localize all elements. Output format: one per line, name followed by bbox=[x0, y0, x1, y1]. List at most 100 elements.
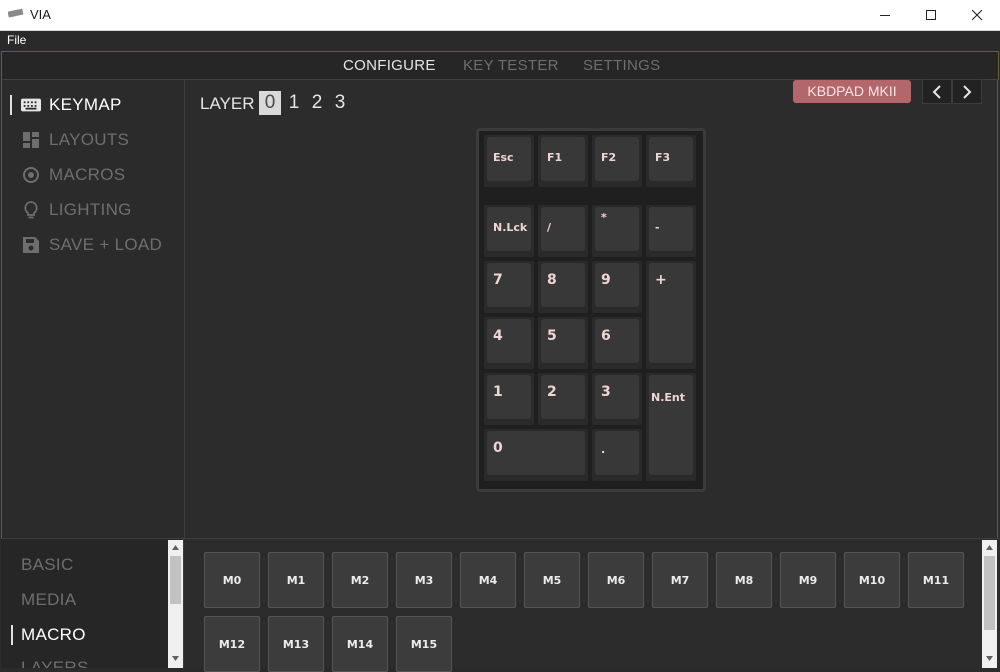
macro-key[interactable]: M12 bbox=[204, 616, 260, 672]
key[interactable]: 5 bbox=[538, 317, 588, 369]
key-legend: 4 bbox=[493, 328, 503, 344]
key-legend: F1 bbox=[547, 151, 563, 164]
macros-icon bbox=[21, 165, 41, 185]
macro-key[interactable]: M3 bbox=[396, 552, 452, 608]
minimize-button[interactable] bbox=[862, 0, 908, 31]
keycode-scrollbar[interactable] bbox=[982, 540, 997, 668]
key-legend: 8 bbox=[547, 272, 557, 288]
category-active-indicator bbox=[11, 625, 13, 645]
keycode-panel: BASIC MEDIA MACRO LAYERS M0 M1 M2 M3 M4 … bbox=[1, 538, 999, 672]
key[interactable]: N.Ent bbox=[646, 373, 696, 481]
category-scrollbar[interactable] bbox=[168, 540, 183, 668]
prev-device-button[interactable] bbox=[922, 79, 952, 104]
sidebar-item-layouts[interactable]: LAYOUTS bbox=[2, 125, 185, 155]
key-legend: N.Lck bbox=[493, 221, 528, 234]
key-legend: 6 bbox=[601, 328, 611, 344]
key-legend: 1 bbox=[493, 384, 503, 400]
macro-key[interactable]: M14 bbox=[332, 616, 388, 672]
key-legend: N.Ent bbox=[651, 391, 685, 404]
key[interactable]: F1 bbox=[538, 135, 588, 187]
key[interactable]: 2 bbox=[538, 373, 588, 425]
macro-key[interactable]: M11 bbox=[908, 552, 964, 608]
key[interactable]: Esc bbox=[484, 135, 534, 187]
sidebar-item-lighting[interactable]: LIGHTING bbox=[2, 195, 185, 225]
scroll-thumb[interactable] bbox=[984, 556, 995, 630]
sidebar-item-label: LAYOUTS bbox=[49, 130, 130, 149]
macro-key[interactable]: M8 bbox=[716, 552, 772, 608]
key[interactable]: 4 bbox=[484, 317, 534, 369]
layer-button-1[interactable]: 1 bbox=[283, 91, 305, 115]
chevron-right-icon bbox=[963, 84, 972, 99]
key-legend: F3 bbox=[655, 151, 671, 164]
macro-key[interactable]: M2 bbox=[332, 552, 388, 608]
key-legend: 2 bbox=[547, 384, 557, 400]
key[interactable]: / bbox=[538, 205, 588, 257]
sidebar-item-save-load[interactable]: SAVE + LOAD bbox=[2, 230, 185, 260]
next-device-button[interactable] bbox=[952, 79, 982, 104]
key[interactable]: F2 bbox=[592, 135, 642, 187]
macro-key[interactable]: M5 bbox=[524, 552, 580, 608]
scroll-up-arrow-icon[interactable] bbox=[168, 540, 183, 555]
key[interactable]: F3 bbox=[646, 135, 696, 187]
key[interactable]: 7 bbox=[484, 261, 534, 313]
sidebar-item-label: KEYMAP bbox=[49, 95, 122, 114]
category-macro[interactable]: MACRO bbox=[21, 625, 86, 645]
macro-key[interactable]: M7 bbox=[652, 552, 708, 608]
category-media[interactable]: MEDIA bbox=[21, 590, 76, 610]
macro-key[interactable]: M13 bbox=[268, 616, 324, 672]
key[interactable]: 0 bbox=[484, 429, 588, 481]
key[interactable]: 1 bbox=[484, 373, 534, 425]
layer-button-3[interactable]: 3 bbox=[329, 91, 351, 115]
menu-bar: File bbox=[0, 31, 1000, 51]
layer-button-0[interactable]: 0 bbox=[259, 91, 281, 115]
macro-key[interactable]: M6 bbox=[588, 552, 644, 608]
scroll-down-arrow-icon[interactable] bbox=[168, 651, 183, 666]
scroll-up-arrow-icon[interactable] bbox=[982, 540, 997, 555]
key[interactable]: 3 bbox=[592, 373, 642, 425]
sidebar-item-label: MACROS bbox=[49, 165, 126, 184]
macro-key[interactable]: M4 bbox=[460, 552, 516, 608]
sidebar-item-label: LIGHTING bbox=[49, 200, 132, 219]
key[interactable]: N.Lck bbox=[484, 205, 534, 257]
save-icon bbox=[21, 235, 41, 255]
scroll-down-arrow-icon[interactable] bbox=[982, 651, 997, 666]
layouts-icon bbox=[21, 130, 41, 150]
key-legend: 0 bbox=[493, 440, 503, 456]
layer-button-2[interactable]: 2 bbox=[306, 91, 328, 115]
key[interactable]: * bbox=[592, 205, 642, 257]
app-keyboard-icon bbox=[8, 8, 24, 18]
key-legend: . bbox=[601, 443, 606, 456]
key[interactable]: 6 bbox=[592, 317, 642, 369]
tab-settings[interactable]: SETTINGS bbox=[583, 57, 660, 74]
key-legend: Esc bbox=[493, 151, 514, 164]
close-button[interactable] bbox=[954, 0, 1000, 31]
macro-key[interactable]: M15 bbox=[396, 616, 452, 672]
macro-key[interactable]: M10 bbox=[844, 552, 900, 608]
key[interactable]: + bbox=[646, 261, 696, 369]
tab-key-tester[interactable]: KEY TESTER bbox=[463, 57, 559, 74]
keyboard-icon bbox=[21, 95, 41, 115]
key-legend: - bbox=[655, 221, 660, 234]
macro-key[interactable]: M9 bbox=[780, 552, 836, 608]
file-menu[interactable]: File bbox=[7, 33, 26, 47]
scroll-thumb[interactable] bbox=[170, 556, 181, 604]
key-legend: 5 bbox=[547, 328, 557, 344]
layer-label: LAYER bbox=[200, 94, 255, 113]
key[interactable]: 9 bbox=[592, 261, 642, 313]
category-basic[interactable]: BASIC bbox=[21, 555, 74, 575]
key[interactable]: 8 bbox=[538, 261, 588, 313]
maximize-button[interactable] bbox=[908, 0, 954, 31]
key-legend: 9 bbox=[601, 272, 611, 288]
tab-configure[interactable]: CONFIGURE bbox=[343, 57, 436, 74]
macro-key[interactable]: M0 bbox=[204, 552, 260, 608]
device-name-badge: KBDPAD MKII bbox=[793, 80, 911, 103]
sidebar-item-keymap[interactable]: KEYMAP bbox=[2, 90, 185, 120]
title-bar: VIA bbox=[0, 0, 1000, 31]
key[interactable]: - bbox=[646, 205, 696, 257]
key-legend: 3 bbox=[601, 384, 611, 400]
chevron-left-icon bbox=[932, 84, 941, 99]
macro-key[interactable]: M1 bbox=[268, 552, 324, 608]
sidebar-item-macros[interactable]: MACROS bbox=[2, 160, 185, 190]
key[interactable]: . bbox=[592, 429, 642, 481]
key-legend: + bbox=[655, 272, 667, 288]
